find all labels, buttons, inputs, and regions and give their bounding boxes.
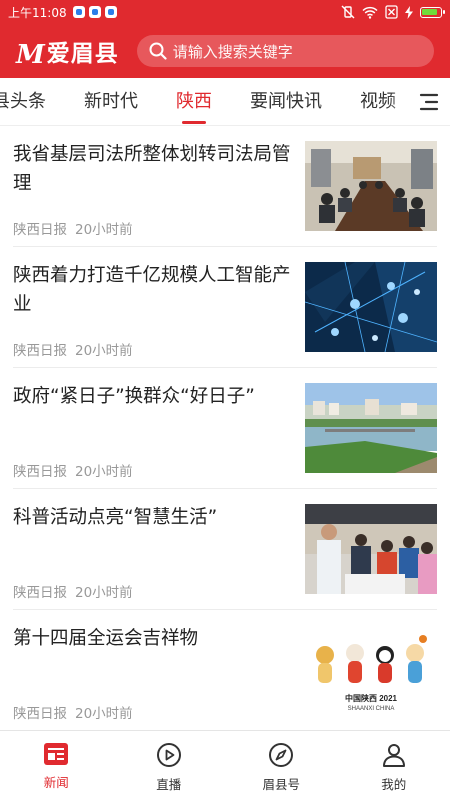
news-time: 20小时前 [75, 585, 133, 601]
news-meta: 陕西日报 20小时前 [13, 339, 133, 359]
news-meta: 陕西日报 20小时前 [13, 581, 133, 601]
charging-icon [405, 5, 413, 19]
notification-app-icon [104, 6, 117, 18]
tab-1[interactable]: 新时代 [84, 78, 138, 125]
search-placeholder: 请输入搜索关键字 [172, 42, 293, 61]
news-title: 陕西着力打造千亿规模人工智能产业 [13, 265, 291, 315]
nav-live[interactable]: 直播 [113, 731, 226, 800]
news-title: 政府“紧日子”换群众“好日子” [13, 386, 255, 407]
news-source: 陕西日报 [13, 464, 67, 480]
search-icon [149, 42, 167, 60]
news-time: 20小时前 [75, 464, 133, 480]
tab-2[interactable]: 陕西 [176, 78, 212, 125]
menu-icon [419, 93, 439, 110]
news-item[interactable]: 第十四届全运会吉祥物 陕西日报 20小时前 中国陕西 2021 SHAANXI C… [13, 610, 437, 730]
news-thumbnail-games-mascots: 中国陕西 2021 SHAANXI CHINA [305, 625, 437, 715]
news-time: 20小时前 [75, 222, 133, 238]
nav-profile[interactable]: 我的 [338, 731, 450, 800]
logo-text: 爱眉县 [46, 40, 119, 67]
notification-app-icon [88, 6, 101, 18]
news-title: 科普活动点亮“智慧生活” [13, 507, 218, 528]
news-item[interactable]: 我省基层司法所整体划转司法局管理 陕西日报 20小时前 [13, 126, 437, 247]
app-logo[interactable]: M 爱眉县 [16, 34, 119, 68]
nav-label: 直播 [156, 777, 182, 792]
nav-news[interactable]: 新闻 [0, 731, 113, 800]
news-icon [44, 743, 69, 765]
vibrate-off-icon [341, 5, 355, 19]
news-item[interactable]: 陕西着力打造千亿规模人工智能产业 陕西日报 20小时前 [13, 247, 437, 368]
nav-label: 我的 [381, 777, 407, 792]
news-meta: 陕西日报 20小时前 [13, 702, 133, 722]
user-icon [382, 744, 405, 767]
nav-label: 眉县号 [262, 777, 300, 792]
news-source: 陕西日报 [13, 706, 67, 722]
bottom-nav: 新闻 直播 眉县号 我的 [0, 730, 450, 800]
notification-app-icon [72, 6, 85, 18]
news-source: 陕西日报 [13, 585, 67, 601]
battery-icon [420, 6, 445, 18]
news-title: 第十四届全运会吉祥物 [13, 628, 199, 649]
status-bar: 上午11:08 [0, 0, 450, 24]
news-thumbnail-river-town [305, 383, 437, 473]
app-header: M 爱眉县 请输入搜索关键字 [0, 24, 450, 78]
news-time: 20小时前 [75, 706, 133, 722]
mascot-caption-line1: 中国陕西 2021 [345, 693, 398, 703]
tab-track: 县头条新时代陕西要闻快讯视频 [0, 78, 434, 125]
news-meta: 陕西日报 20小时前 [13, 460, 133, 480]
channel-tabs: 县头条新时代陕西要闻快讯视频 [0, 78, 450, 126]
news-item[interactable]: 政府“紧日子”换群众“好日子” 陕西日报 20小时前 [13, 368, 437, 489]
logo-mark: M [16, 40, 46, 70]
news-thumbnail-science-event [305, 504, 437, 594]
news-item[interactable]: 科普活动点亮“智慧生活” 陕西日报 20小时前 [13, 489, 437, 610]
news-feed: 我省基层司法所整体划转司法局管理 陕西日报 20小时前 陕西着力打造千亿规模人工智… [0, 126, 450, 730]
search-input[interactable]: 请输入搜索关键字 [136, 35, 434, 67]
tab-3[interactable]: 要闻快讯 [250, 78, 322, 125]
news-title: 我省基层司法所整体划转司法局管理 [13, 144, 291, 194]
news-thumbnail-ai-city [305, 262, 437, 352]
news-meta: 陕西日报 20小时前 [13, 218, 133, 238]
news-thumbnail-meeting-room [305, 141, 437, 231]
sim-off-icon [385, 5, 398, 19]
status-time: 上午11:08 [8, 5, 67, 20]
nav-meixian-hao[interactable]: 眉县号 [225, 731, 338, 800]
play-icon [156, 743, 181, 767]
tab-4[interactable]: 视频 [360, 78, 396, 125]
news-source: 陕西日报 [13, 222, 67, 238]
news-time: 20小时前 [75, 343, 133, 359]
nav-label: 新闻 [43, 775, 69, 790]
channel-menu-button[interactable] [406, 78, 450, 125]
compass-icon [269, 743, 294, 767]
tab-0[interactable]: 县头条 [0, 78, 46, 125]
status-icons [341, 5, 445, 19]
mascot-caption-line2: SHAANXI CHINA [348, 706, 395, 712]
wifi-icon [362, 6, 378, 19]
news-source: 陕西日报 [13, 343, 67, 359]
